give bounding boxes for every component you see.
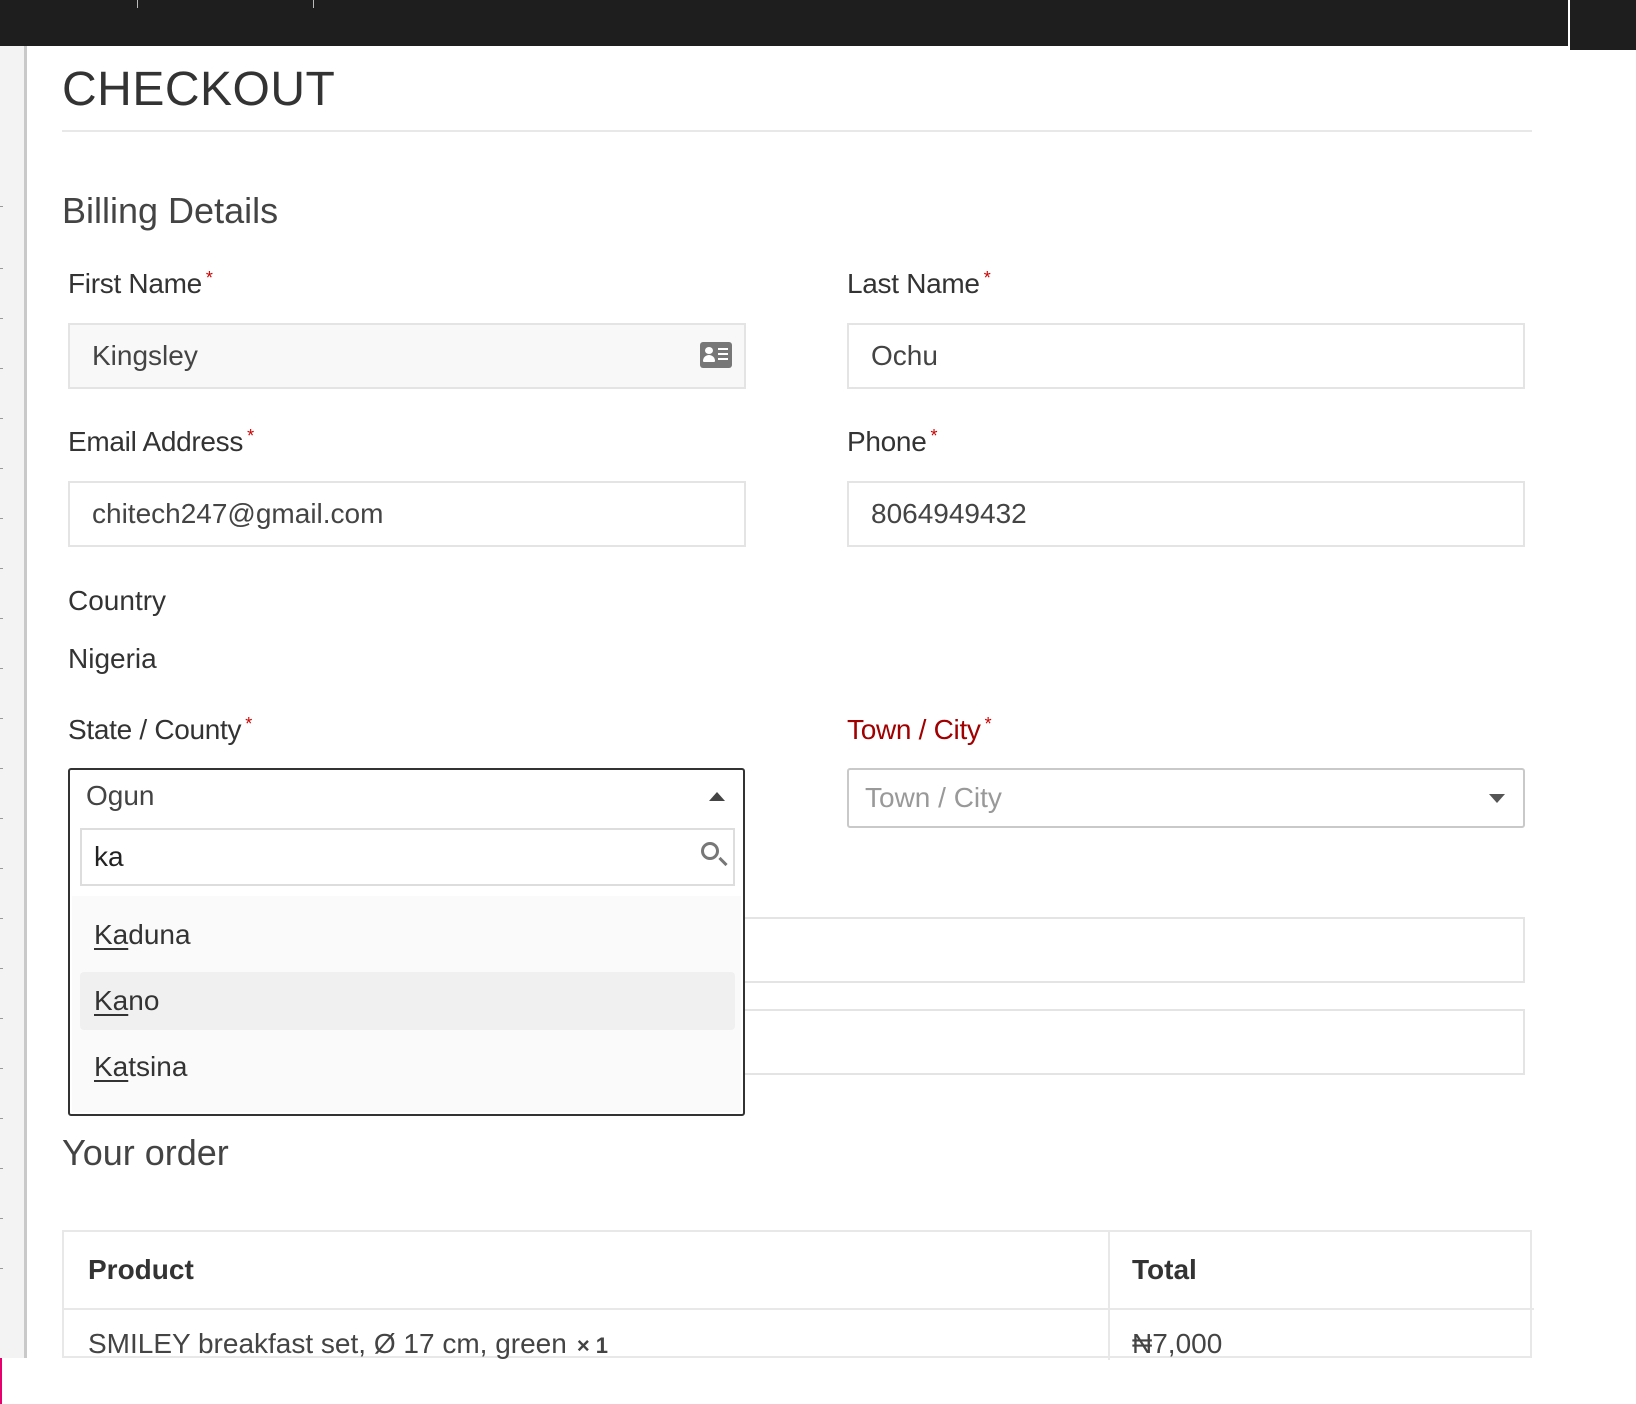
first-name-value: Kingsley bbox=[92, 340, 198, 371]
order-heading: Your order bbox=[62, 1132, 229, 1173]
product-name: SMILEY breakfast set, Ø 17 cm, green bbox=[88, 1328, 567, 1359]
rail-tick bbox=[0, 918, 3, 919]
town-select[interactable]: Town / City bbox=[847, 768, 1525, 828]
order-table: Product Total SMILEY breakfast set, Ø 17… bbox=[62, 1230, 1534, 1360]
email-label: Email Address * bbox=[68, 426, 254, 458]
rail-tick bbox=[0, 1118, 3, 1119]
option-rest: tsina bbox=[128, 1051, 188, 1082]
rail-tick bbox=[0, 1268, 3, 1269]
option-rest: duna bbox=[128, 919, 191, 950]
top-bar-edge bbox=[1570, 0, 1636, 50]
rail-tick bbox=[0, 518, 3, 519]
rail-tick bbox=[0, 1168, 3, 1169]
state-option-katsina[interactable]: Katsina bbox=[80, 1038, 735, 1096]
phone-input[interactable]: 8064949432 bbox=[847, 481, 1525, 547]
town-label: Town / City * bbox=[847, 714, 992, 746]
rail-tick bbox=[0, 468, 3, 469]
nav-separator bbox=[313, 0, 314, 8]
rail-tick bbox=[0, 618, 3, 619]
rail-tick bbox=[0, 668, 3, 669]
last-name-label-text: Last Name bbox=[847, 268, 980, 299]
caret-up-icon[interactable] bbox=[709, 792, 725, 801]
option-match: Ka bbox=[94, 919, 129, 950]
rail-tick bbox=[0, 268, 3, 269]
order-total-cell: ₦7,000 bbox=[1132, 1328, 1222, 1360]
address-line-2-input[interactable] bbox=[680, 1009, 1525, 1075]
rail-tick bbox=[0, 368, 3, 369]
email-label-text: Email Address bbox=[68, 426, 244, 457]
town-label-text: Town / City bbox=[847, 714, 981, 745]
last-name-input[interactable]: Ochu bbox=[847, 323, 1525, 389]
table-divider bbox=[1108, 1232, 1110, 1360]
country-label: Country bbox=[68, 585, 167, 616]
rail-tick bbox=[0, 1018, 3, 1019]
rail-tick bbox=[0, 1218, 3, 1219]
nav-separator bbox=[137, 0, 138, 8]
address-line-1-input[interactable] bbox=[680, 917, 1525, 983]
option-match: Ka bbox=[94, 985, 129, 1016]
search-icon bbox=[701, 842, 719, 860]
caret-down-icon bbox=[1489, 794, 1505, 803]
state-option-kano[interactable]: Kano bbox=[80, 972, 735, 1030]
state-options-list: Kaduna Kano Katsina bbox=[72, 896, 741, 1112]
product-qty: × 1 bbox=[576, 1333, 609, 1358]
rail-tick bbox=[0, 718, 3, 719]
country-value: Nigeria bbox=[68, 643, 157, 674]
rail-tick bbox=[0, 418, 3, 419]
rail-tick bbox=[0, 318, 3, 319]
required-mark: * bbox=[247, 426, 254, 446]
state-select-dropdown[interactable]: Ogun ka Kaduna Kano Katsina bbox=[68, 768, 745, 1116]
last-name-label: Last Name * bbox=[847, 268, 991, 300]
product-total: ₦7,000 bbox=[1132, 1328, 1223, 1359]
table-divider bbox=[64, 1308, 1534, 1310]
email-value: chitech247@gmail.com bbox=[92, 498, 384, 529]
required-mark: * bbox=[983, 268, 991, 288]
page-title: CHECKOUT bbox=[62, 63, 336, 116]
rail-tick bbox=[0, 1068, 3, 1069]
option-match: Ka bbox=[94, 1051, 129, 1082]
state-search-input[interactable]: ka bbox=[80, 828, 735, 886]
contact-card-icon[interactable] bbox=[700, 342, 732, 368]
rail-tick bbox=[0, 818, 3, 819]
required-mark: * bbox=[245, 714, 252, 734]
phone-label-text: Phone bbox=[847, 426, 927, 457]
first-name-input[interactable]: Kingsley bbox=[68, 323, 746, 389]
rail-tick bbox=[0, 206, 3, 207]
rail-tick bbox=[0, 968, 3, 969]
rail-tick bbox=[0, 568, 3, 569]
column-header-product: Product bbox=[88, 1254, 194, 1285]
title-divider bbox=[62, 130, 1532, 132]
order-product-cell: SMILEY breakfast set, Ø 17 cm, green × 1 bbox=[88, 1328, 608, 1360]
rail-tick bbox=[0, 768, 3, 769]
left-rail bbox=[0, 46, 27, 1404]
phone-label: Phone * bbox=[847, 426, 937, 458]
first-name-label-text: First Name bbox=[68, 268, 202, 299]
column-header-total: Total bbox=[1132, 1254, 1197, 1285]
first-name-label: First Name * bbox=[68, 268, 213, 300]
town-placeholder: Town / City bbox=[865, 782, 1002, 813]
required-mark: * bbox=[984, 714, 992, 734]
billing-heading: Billing Details bbox=[62, 190, 279, 231]
option-rest: no bbox=[128, 985, 160, 1016]
required-mark: * bbox=[930, 426, 938, 446]
state-search-value: ka bbox=[94, 841, 124, 872]
state-selected-value: Ogun bbox=[86, 780, 155, 811]
phone-value: 8064949432 bbox=[871, 498, 1027, 529]
state-label: State / County * bbox=[68, 714, 252, 746]
top-nav-bar bbox=[0, 0, 1568, 46]
rail-tick bbox=[0, 868, 3, 869]
last-name-value: Ochu bbox=[871, 340, 938, 371]
rail-accent bbox=[0, 1358, 2, 1404]
email-input[interactable]: chitech247@gmail.com bbox=[68, 481, 746, 547]
required-mark: * bbox=[205, 268, 213, 288]
state-option-kaduna[interactable]: Kaduna bbox=[80, 906, 735, 964]
state-label-text: State / County bbox=[68, 714, 242, 745]
